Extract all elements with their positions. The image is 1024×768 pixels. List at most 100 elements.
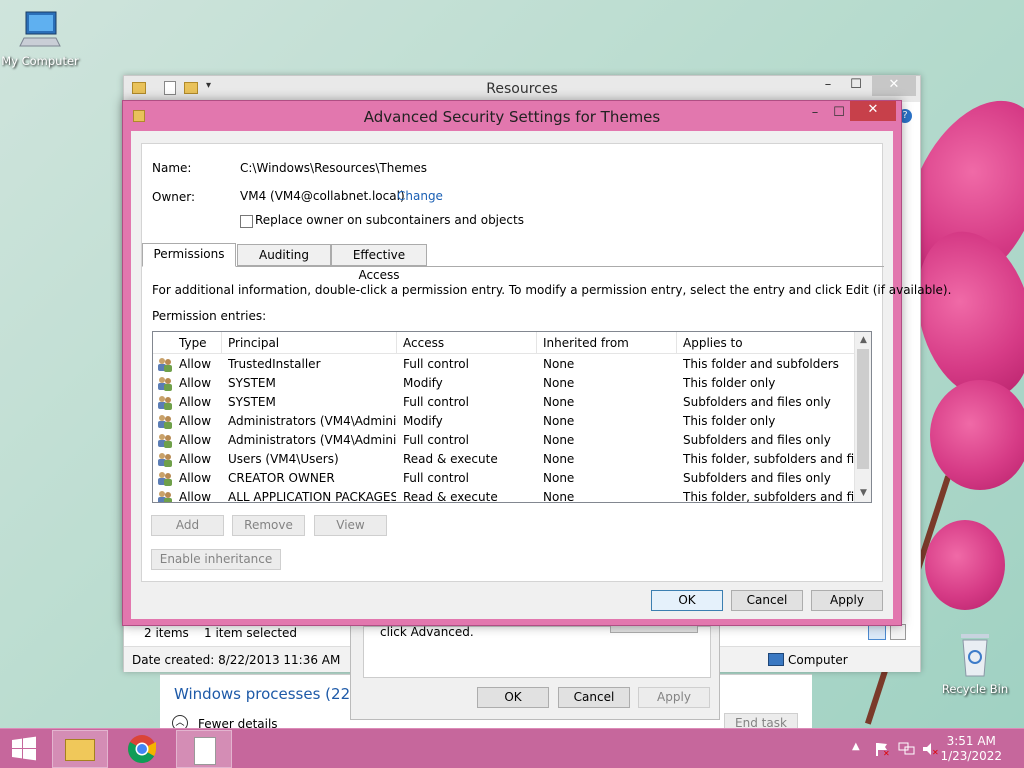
ok-button[interactable]: OK [651, 590, 723, 611]
scrollbar-thumb[interactable] [857, 349, 869, 469]
desktop-icon-my-computer[interactable]: My Computer [0, 10, 80, 68]
cell-principal: CREATOR OWNER [228, 471, 335, 485]
cell-principal: SYSTEM [228, 395, 276, 409]
cell-type: Allow [179, 376, 212, 390]
replace-owner-checkbox[interactable] [240, 215, 253, 228]
properties-apply-button[interactable]: Apply [638, 687, 710, 708]
properties-dialog[interactable]: click Advanced. OK Cancel Apply [350, 625, 720, 720]
action-center-flag-icon[interactable]: ✕ [874, 741, 890, 760]
tab-permissions[interactable]: Permissions [142, 243, 236, 267]
cell-type: Allow [179, 471, 212, 485]
cell-inherited: None [543, 395, 575, 409]
table-row[interactable]: Allow ALL APPLICATION PACKAGES Read & exec… [153, 488, 855, 503]
permission-entries-list[interactable]: Type Principal Access Inherited from App… [152, 331, 872, 503]
users-icon [157, 433, 173, 448]
taskbar-clock[interactable]: 3:51 AM 1/23/2022 [940, 734, 1002, 764]
explorer-titlebar[interactable]: ▾ Resources – ☐ ✕ [124, 76, 920, 102]
taskbar-document[interactable] [176, 730, 232, 768]
svg-text:✕: ✕ [883, 749, 890, 757]
table-row[interactable]: Allow Administrators (VM4\Admini... Full c… [153, 431, 855, 450]
cell-inherited: None [543, 376, 575, 390]
close-button[interactable]: ✕ [850, 101, 896, 121]
network-icon[interactable] [898, 741, 916, 760]
column-header-access[interactable]: Access [397, 332, 537, 354]
clock-time: 3:51 AM [946, 734, 996, 748]
details-view-icon[interactable] [868, 624, 886, 640]
cell-principal: ALL APPLICATION PACKAGES [228, 490, 396, 503]
cell-type: Allow [179, 452, 212, 466]
show-hidden-icons-icon[interactable]: ▲ [852, 741, 860, 752]
cell-inherited: None [543, 357, 575, 371]
name-label: Name: [152, 161, 192, 175]
close-button[interactable]: ✕ [872, 76, 916, 96]
cell-applies: This folder, subfolders and files [683, 452, 855, 466]
volume-muted-icon[interactable]: ✕ [922, 741, 939, 760]
date-created: Date created: 8/22/2013 11:36 AM [132, 653, 341, 667]
windows-logo-icon [12, 736, 36, 761]
users-icon [157, 490, 173, 502]
tab-effective-access[interactable]: Effective Access [331, 244, 427, 282]
cell-principal: Users (VM4\Users) [228, 452, 339, 466]
remove-button[interactable]: Remove [232, 515, 305, 536]
column-header-inherited-from[interactable]: Inherited from [537, 332, 677, 354]
cell-applies: This folder and subfolders [683, 357, 839, 371]
cell-principal: TrustedInstaller [228, 357, 321, 371]
view-button[interactable]: View [314, 515, 387, 536]
selected-count: 1 item selected [204, 626, 298, 640]
advanced-security-dialog[interactable]: Advanced Security Settings for Themes – … [122, 100, 951, 626]
apply-button[interactable]: Apply [811, 590, 883, 611]
scroll-up-arrow-icon[interactable]: ▲ [855, 332, 871, 349]
desktop-icon-recycle-bin[interactable]: Recycle Bin [935, 630, 1015, 696]
properties-ok-button[interactable]: OK [477, 687, 549, 708]
recycle-bin-icon [957, 630, 993, 678]
table-row[interactable]: Allow TrustedInstaller Full control None Thi… [153, 355, 855, 374]
table-row[interactable]: Allow CREATOR OWNER Full control None Subfol… [153, 469, 855, 488]
users-icon [157, 395, 173, 410]
item-count: 2 items [144, 626, 189, 640]
vertical-scrollbar[interactable]: ▲ ▼ [854, 332, 871, 502]
start-button[interactable] [0, 730, 46, 768]
cell-inherited: None [543, 490, 575, 503]
cell-type: Allow [179, 395, 212, 409]
document-icon [194, 737, 216, 765]
table-row[interactable]: Allow SYSTEM Full control None Subfolders an… [153, 393, 855, 412]
explorer-title: Resources [486, 81, 558, 97]
column-header-type[interactable]: Type [173, 332, 222, 354]
add-button[interactable]: Add [151, 515, 224, 536]
column-header-principal[interactable]: Principal [222, 332, 397, 354]
taskbar-chrome[interactable] [114, 730, 170, 768]
properties-cancel-button[interactable]: Cancel [558, 687, 630, 708]
maximize-button[interactable]: ☐ [842, 76, 870, 96]
change-owner-link[interactable]: Change [397, 189, 443, 203]
owner-value: VM4 (VM4@collabnet.local) [240, 189, 405, 203]
cell-applies: This folder only [683, 414, 776, 428]
advanced-button-edge[interactable] [610, 625, 698, 633]
cell-applies: Subfolders and files only [683, 395, 831, 409]
table-row[interactable]: Allow SYSTEM Modify None This folder only [153, 374, 855, 393]
dialog-titlebar[interactable]: Advanced Security Settings for Themes – … [123, 101, 901, 131]
cell-principal: Administrators (VM4\Admini... [228, 414, 396, 428]
cell-inherited: None [543, 452, 575, 466]
taskbar-file-explorer[interactable] [52, 730, 108, 768]
users-icon [157, 357, 173, 372]
large-icons-view-icon[interactable] [890, 624, 906, 640]
location: Computer [788, 653, 848, 667]
cancel-button[interactable]: Cancel [731, 590, 803, 611]
svg-text:✕: ✕ [932, 748, 938, 757]
replace-owner-label[interactable]: Replace owner on subcontainers and objec… [255, 213, 524, 227]
name-value: C:\Windows\Resources\Themes [240, 161, 428, 175]
tab-auditing[interactable]: Auditing [237, 244, 331, 266]
table-row[interactable]: Allow Administrators (VM4\Admini... Modify… [153, 412, 855, 431]
table-row[interactable]: Allow Users (VM4\Users) Read & execute None… [153, 450, 855, 469]
enable-inheritance-button[interactable]: Enable inheritance [151, 549, 281, 570]
minimize-button[interactable]: – [814, 76, 842, 96]
cell-inherited: None [543, 433, 575, 447]
column-header-applies-to[interactable]: Applies to [677, 332, 855, 354]
taskbar: ▲ ✕ ✕ 3:51 AM 1/23/2022 [0, 728, 1024, 768]
maximize-button[interactable]: ☐ [825, 104, 853, 124]
scroll-down-arrow-icon[interactable]: ▼ [855, 485, 871, 502]
section-header[interactable]: Windows processes (22) [174, 685, 356, 703]
cell-principal: Administrators (VM4\Admini... [228, 433, 396, 447]
chrome-icon [128, 735, 156, 764]
dialog-client: Name: C:\Windows\Resources\Themes Owner:… [131, 131, 951, 619]
